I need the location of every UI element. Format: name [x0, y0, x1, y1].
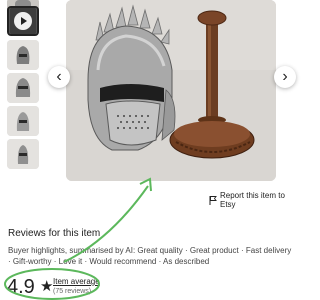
- flag-icon: [209, 195, 217, 205]
- product-image[interactable]: [66, 0, 276, 181]
- report-link-label: Report this item to Etsy: [220, 191, 285, 209]
- report-item-link[interactable]: Report this item to Etsy: [209, 191, 300, 209]
- star-icon: ★: [40, 278, 54, 295]
- highlights-label: Buyer highlights, summarised by AI:: [8, 246, 138, 255]
- thumbnail-image[interactable]: [7, 106, 39, 136]
- previous-image-button[interactable]: ‹: [48, 66, 70, 88]
- next-image-button[interactable]: ›: [274, 66, 296, 88]
- chevron-left-icon: ‹: [56, 68, 62, 85]
- rating-summary: 4.9 ★ Item average (75 reviews): [4, 272, 114, 298]
- thumbnail-image[interactable]: [7, 40, 39, 70]
- thumbnail-strip: [0, 0, 46, 180]
- reviews-heading: Reviews for this item: [8, 228, 101, 239]
- thumbnail-image[interactable]: [7, 139, 39, 169]
- thumbnail-image[interactable]: [7, 73, 39, 103]
- chevron-right-icon: ›: [282, 68, 288, 85]
- buyer-highlights: Buyer highlights, summarised by AI: Grea…: [8, 245, 296, 267]
- rating-value: 4.9: [7, 276, 35, 298]
- item-average-link[interactable]: Item average: [53, 277, 100, 286]
- review-count: (75 reviews): [53, 288, 92, 295]
- play-icon: [14, 12, 32, 30]
- thumbnail-video[interactable]: [7, 6, 39, 36]
